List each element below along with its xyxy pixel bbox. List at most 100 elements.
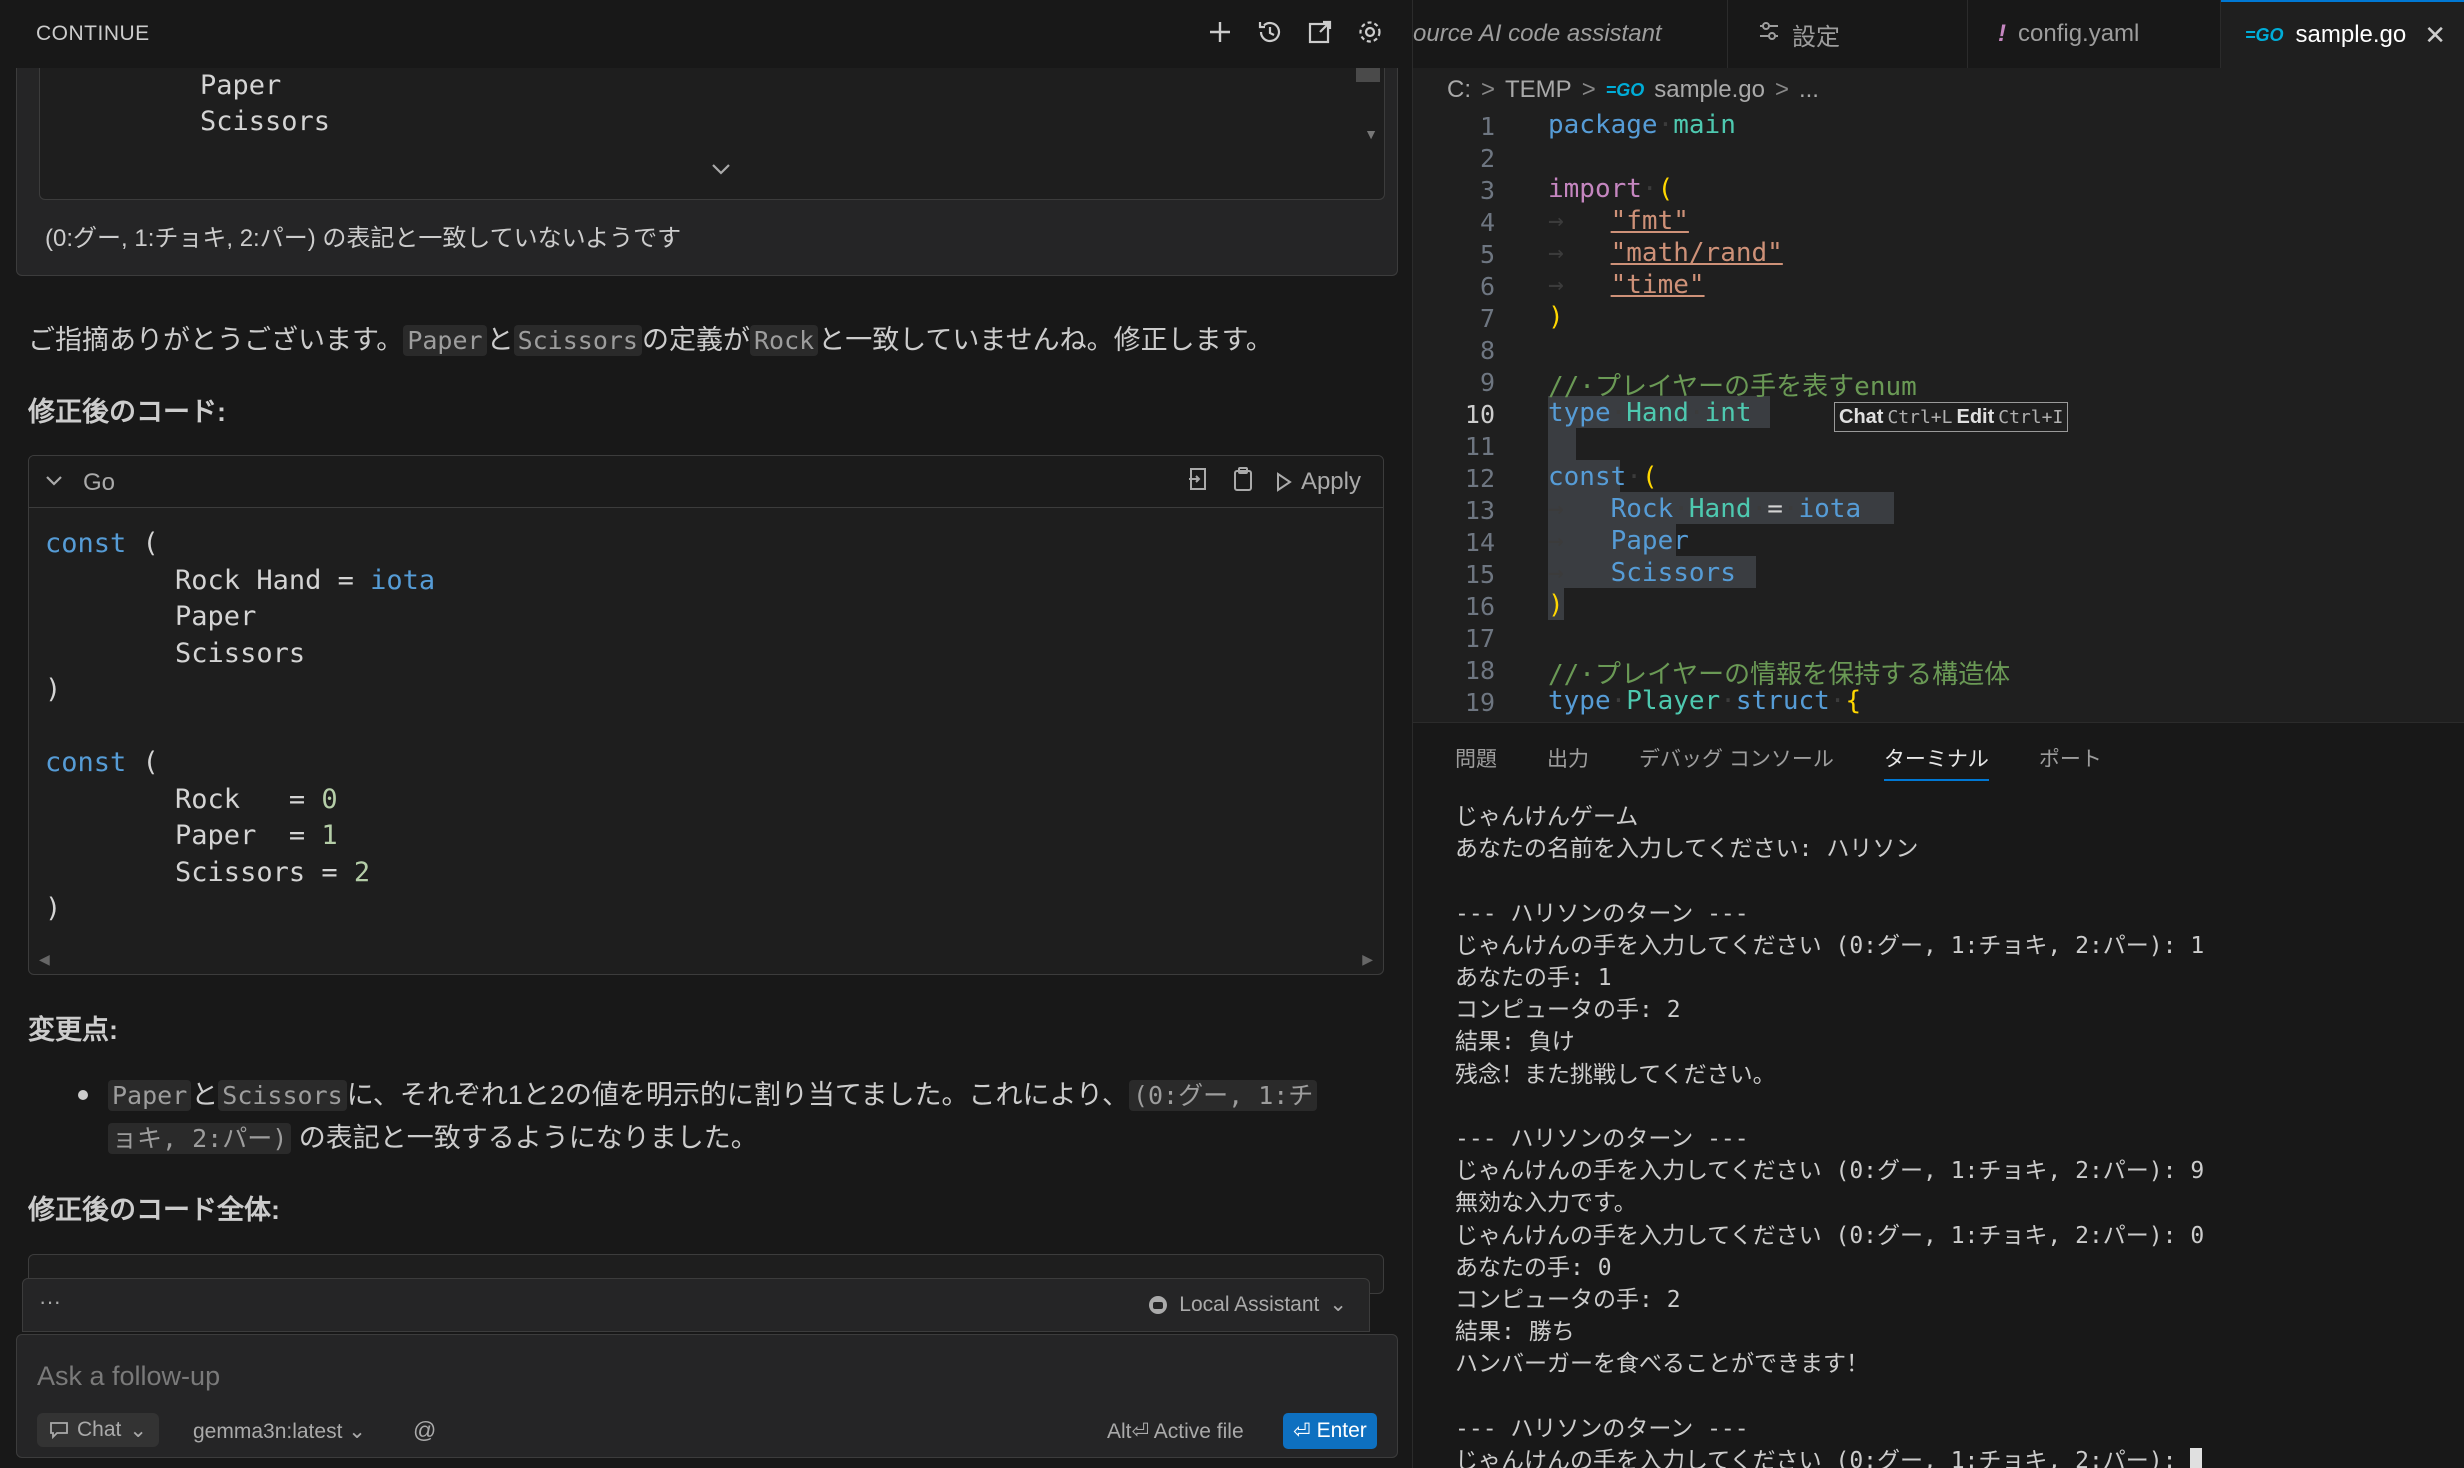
line-number: 6 [1479, 272, 1495, 301]
user-code-snippet: Paper Scissors ▼ [39, 68, 1385, 200]
code-line: → Rock·Hand·=·iota [1548, 494, 1862, 524]
return-icon: ⏎ [1293, 1419, 1311, 1443]
code-line: ) [1548, 590, 1564, 620]
tab-debug-console[interactable]: デバッグ コンソール [1639, 743, 1834, 781]
hint-edit[interactable]: Edit [1956, 406, 1994, 429]
scroll-down-arrow-icon[interactable]: ▼ [1364, 126, 1378, 142]
tab-label: 設定 [1792, 23, 1840, 51]
terminal-line: 無効な入力です。 [1455, 1190, 1637, 1217]
tab-terminal[interactable]: ターミナル [1883, 743, 1989, 781]
tab-ports[interactable]: ポート [2039, 743, 2102, 781]
close-icon[interactable]: ✕ [2424, 20, 2446, 51]
breadcrumb-item[interactable]: C: [1447, 76, 1471, 104]
expand-chevron-icon[interactable] [710, 162, 732, 181]
terminal-line: 残念！また挑戦してください。 [1455, 1061, 1776, 1088]
tab-sample-go[interactable]: =GO sample.go ✕ [2221, 0, 2464, 68]
breadcrumb-item[interactable]: TEMP [1505, 76, 1572, 104]
line-number: 4 [1479, 208, 1495, 237]
tab-config-yaml[interactable]: ! config.yaml [1968, 0, 2221, 68]
model-selector[interactable]: gemma3n:latest ⌄ [193, 1419, 366, 1444]
terminal-line: 結果: 負け [1455, 1029, 1575, 1056]
user-message[interactable]: Paper Scissors ▼ (0:グー, 1:チョキ, 2:パー) の表記… [16, 68, 1398, 276]
terminal-line: あなたの手: 0 [1455, 1254, 1612, 1281]
mode-label: Chat [77, 1418, 122, 1441]
assistant-icon [1149, 1295, 1168, 1314]
apply-button[interactable]: Apply [1275, 468, 1361, 496]
chevron-down-icon: ⌄ [1329, 1293, 1347, 1316]
code-line: const·( [1548, 462, 1658, 492]
chevron-right-icon: > [1581, 76, 1596, 103]
tab-settings[interactable]: 設定 [1728, 0, 1968, 68]
breadcrumb: C: > TEMP > =GO sample.go > ... [1447, 76, 1819, 104]
mode-selector[interactable]: Chat ⌄ [37, 1413, 159, 1447]
chevron-right-icon: > [1774, 76, 1789, 103]
bullet-text: の表記と一致するようになりました。 [298, 1123, 758, 1153]
line-number: 8 [1479, 336, 1495, 365]
breadcrumb-item[interactable]: sample.go [1654, 76, 1765, 104]
chat-bubble-icon [50, 1422, 68, 1439]
heading-full-code: 修正後のコード全体: [28, 1195, 280, 1225]
chat-input-box: Chat ⌄ gemma3n:latest ⌄ @ Alt⏎ Active fi… [16, 1334, 1398, 1458]
line-number: 11 [1464, 432, 1495, 461]
terminal-line: --- ハリソンのターン --- [1455, 900, 1749, 927]
more-dots[interactable]: ··· [39, 1289, 61, 1315]
collapse-chevron-icon[interactable] [43, 470, 65, 497]
terminal-line: じゃんけんの手を入力してください (0:グー, 1:チョキ, 2:パー): 0 [1455, 1222, 2205, 1249]
code-line: import·( [1548, 174, 1674, 204]
tab-output[interactable]: 出力 [1547, 743, 1589, 781]
continue-header: CONTINUE [0, 0, 1412, 68]
terminal-line: じゃんけんの手を入力してください (0:グー, 1:チョキ, 2:パー): [1455, 1448, 2191, 1468]
terminal-output[interactable]: じゃんけんゲーム あなたの名前を入力してください: ハリソン --- ハリソンのタ… [1455, 801, 2455, 1468]
assistant-label: Local Assistant [1179, 1292, 1320, 1316]
line-number: 5 [1479, 240, 1495, 269]
history-icon[interactable] [1254, 16, 1286, 48]
reply-intro: ご指摘ありがとうございます。 Paper と Scissors の定義が Rock と一致し… [28, 318, 1273, 357]
plus-icon[interactable] [1204, 16, 1236, 48]
inline-code: Paper [403, 325, 487, 356]
tab-problems[interactable]: 問題 [1455, 743, 1497, 781]
enter-button[interactable]: ⏎ Enter [1283, 1413, 1377, 1449]
scroll-right-arrow-icon[interactable]: ▶ [1362, 951, 1373, 968]
line-number: 17 [1464, 624, 1495, 653]
line-number: 3 [1479, 176, 1495, 205]
context-bar: ··· Local Assistant ⌄ [22, 1278, 1370, 1332]
line-number: 16 [1464, 592, 1495, 621]
copy-icon[interactable] [1231, 466, 1255, 497]
hint-chat-key: Ctrl+L [1887, 406, 1953, 428]
terminal-line: あなたの手: 1 [1455, 965, 1612, 992]
bullet-text: と [191, 1080, 219, 1110]
line-number: 14 [1464, 528, 1495, 557]
mention-button[interactable]: @ [413, 1417, 436, 1444]
open-external-icon[interactable] [1304, 16, 1336, 48]
insert-at-cursor-icon[interactable] [1187, 466, 1211, 497]
line-number: 19 [1464, 688, 1495, 717]
follow-up-input[interactable] [37, 1361, 1237, 1392]
code-line: → Scissors [1548, 558, 1736, 588]
tab-continue-docs[interactable]: ource AI code assistant [1413, 0, 1728, 68]
hint-chat[interactable]: Chat [1839, 406, 1883, 429]
model-label: gemma3n:latest [193, 1420, 343, 1443]
breadcrumb-item[interactable]: ... [1799, 76, 1819, 104]
terminal-line: --- ハリソンのターン --- [1455, 1415, 1749, 1442]
editor-area: ource AI code assistant 設定 ! config.yaml… [1412, 0, 2464, 1468]
editor-tabs: ource AI code assistant 設定 ! config.yaml… [1413, 0, 2464, 68]
enter-label: Enter [1316, 1419, 1367, 1442]
code-line: Paper [200, 70, 282, 101]
go-icon: =GO [2245, 24, 2284, 45]
active-file-button[interactable]: Alt⏎ Active file [1107, 1419, 1244, 1444]
play-icon [1276, 471, 1292, 492]
gear-icon[interactable] [1354, 16, 1386, 48]
terminal-line: じゃんけんの手を入力してください (0:グー, 1:チョキ, 2:パー): 1 [1455, 932, 2205, 959]
terminal-line: コンピュータの手: 2 [1455, 1287, 1681, 1314]
scroll-left-arrow-icon[interactable]: ◀ [39, 951, 50, 968]
inline-hint: Chat Ctrl+L Edit Ctrl+I [1834, 402, 2069, 432]
inline-code: Scissors [218, 1080, 347, 1111]
scrollbar-thumb[interactable] [1356, 68, 1380, 82]
assistant-selector[interactable]: Local Assistant ⌄ [1147, 1292, 1347, 1317]
code-block: Go Apply const ( Rock Hand = iota Paper … [28, 455, 1384, 975]
tab-label: config.yaml [2018, 20, 2140, 47]
terminal-line: コンピュータの手: 2 [1455, 997, 1681, 1024]
code-language: Go [83, 469, 116, 496]
terminal-line: じゃんけんゲーム [1455, 804, 1639, 830]
